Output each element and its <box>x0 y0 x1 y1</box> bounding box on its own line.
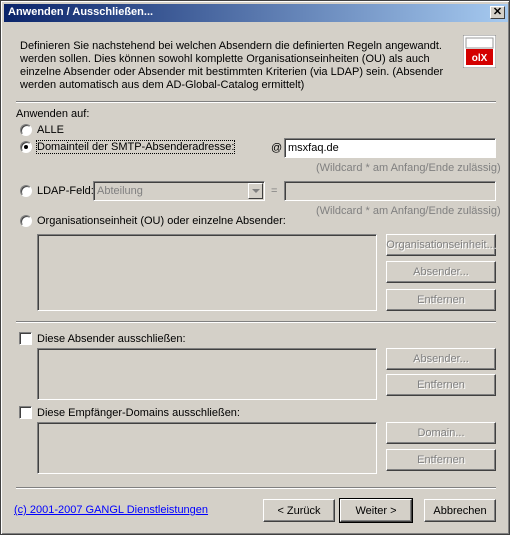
radio-domain-label[interactable]: Domainteil der SMTP-Absenderadresse: <box>35 140 236 154</box>
radio-ou-label[interactable]: Organisationseinheit (OU) oder einzelne … <box>37 215 286 227</box>
exclude-add-sender-button[interactable]: Absender... <box>386 348 496 370</box>
ldap-wildcard-hint: (Wildcard * am Anfang/Ende zulässig) <box>316 205 501 217</box>
at-sign: @ <box>271 142 283 154</box>
exclude-domains-list[interactable] <box>37 422 377 474</box>
chevron-down-icon[interactable] <box>248 183 263 199</box>
next-button[interactable]: Weiter > <box>339 498 413 523</box>
separator-middle <box>16 321 496 323</box>
app-logo: olX <box>462 34 497 69</box>
cancel-button[interactable]: Abbrechen <box>424 499 496 522</box>
exclude-senders-checkbox[interactable] <box>19 332 32 345</box>
radio-all-label[interactable]: ALLE <box>37 124 64 136</box>
radio-ldap[interactable] <box>20 185 32 197</box>
window-title: Anwenden / Ausschließen... <box>8 6 154 18</box>
radio-ou[interactable] <box>20 215 32 227</box>
radio-all[interactable] <box>20 124 32 136</box>
ldap-value-input[interactable] <box>284 181 496 201</box>
description-text: Definieren Sie nachstehend bei welchen A… <box>20 40 444 91</box>
dialog-window: Anwenden / Ausschließen... ✕ Definieren … <box>0 0 510 535</box>
separator-bottom <box>16 487 496 489</box>
equals-sign: = <box>271 185 278 197</box>
exclude-senders-list[interactable] <box>37 348 377 400</box>
title-bar[interactable]: Anwenden / Ausschließen... ✕ <box>4 4 508 22</box>
exclude-remove-domain-button[interactable]: Entfernen <box>386 449 496 471</box>
remove-button[interactable]: Entfernen <box>386 289 496 311</box>
ldap-field-value: Abteilung <box>97 185 143 197</box>
separator-top <box>16 101 496 103</box>
domain-input[interactable]: msxfaq.de <box>284 138 496 158</box>
radio-domain[interactable] <box>20 141 32 153</box>
exclude-remove-sender-button[interactable]: Entfernen <box>386 374 496 396</box>
apply-heading: Anwenden auf: <box>16 108 90 120</box>
exclude-add-domain-button[interactable]: Domain... <box>386 422 496 444</box>
copyright-link[interactable]: (c) 2001-2007 GANGL Dienstleistungen <box>14 504 208 516</box>
domain-wildcard-hint: (Wildcard * am Anfang/Ende zulässig) <box>316 162 501 174</box>
logo-text: olX <box>472 53 488 64</box>
close-button[interactable]: ✕ <box>490 6 505 19</box>
exclude-domains-label[interactable]: Diese Empfänger-Domains ausschließen: <box>37 407 240 419</box>
ou-sender-list[interactable] <box>37 234 377 311</box>
close-icon: ✕ <box>492 6 503 18</box>
add-ou-button[interactable]: Organisationseinheit... <box>386 234 496 256</box>
radio-ldap-label[interactable]: LDAP-Feld: <box>37 185 94 197</box>
exclude-senders-label[interactable]: Diese Absender ausschließen: <box>37 333 186 345</box>
back-button[interactable]: < Zurück <box>263 499 335 522</box>
add-sender-button[interactable]: Absender... <box>386 261 496 283</box>
exclude-domains-checkbox[interactable] <box>19 406 32 419</box>
ldap-field-select[interactable]: Abteilung <box>93 181 265 201</box>
